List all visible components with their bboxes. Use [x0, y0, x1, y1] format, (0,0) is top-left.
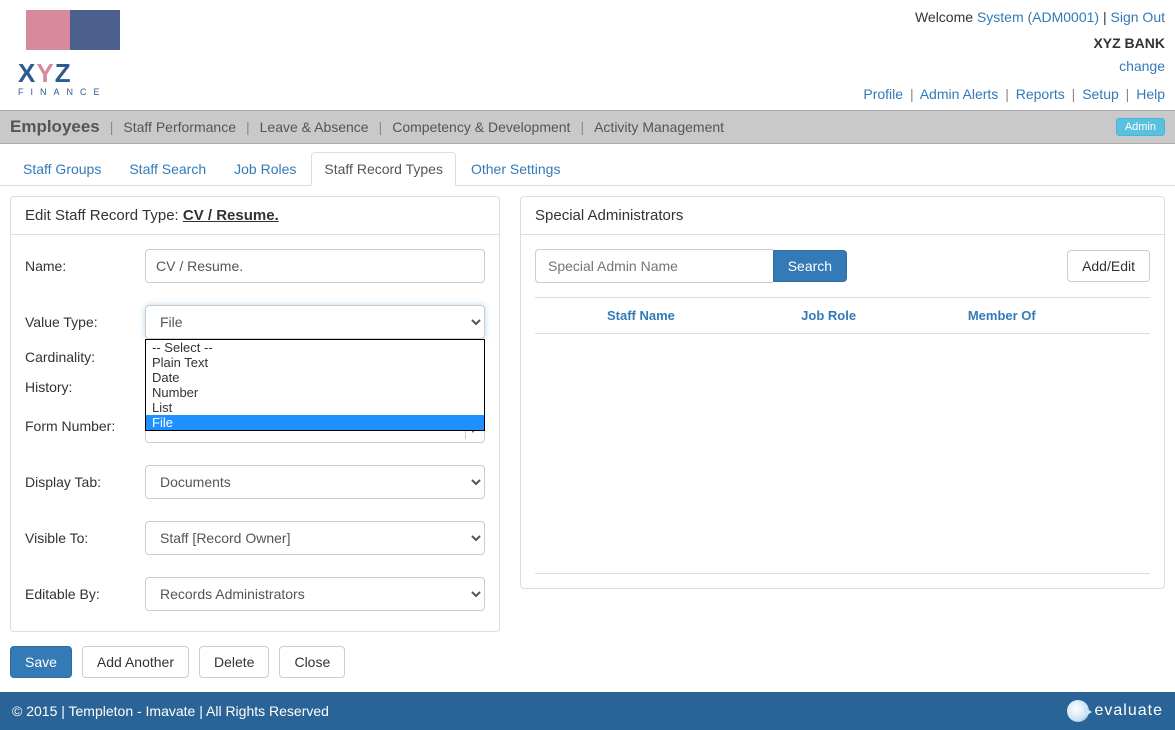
visible-to-select[interactable]: Staff [Record Owner] [145, 521, 485, 555]
admins-table: Staff Name Job Role Member Of [535, 297, 1150, 574]
logo-char: X [18, 58, 36, 88]
footer-brand-text: evaluate [1095, 702, 1164, 720]
admin-alerts-link[interactable]: Admin Alerts [920, 86, 999, 102]
nav-leave-absence[interactable]: Leave & Absence [260, 119, 369, 135]
tab-staff-groups[interactable]: Staff Groups [10, 152, 114, 185]
name-input[interactable] [145, 249, 485, 283]
label-name: Name: [25, 258, 145, 274]
edit-record-type-panel: Edit Staff Record Type: CV / Resume. Nam… [10, 196, 500, 632]
label-cardinality: Cardinality: [25, 349, 145, 365]
org-name: XYZ BANK [863, 32, 1165, 54]
add-edit-button[interactable]: Add/Edit [1067, 250, 1150, 282]
close-button[interactable]: Close [279, 646, 345, 678]
label-form-number: Form Number: [25, 418, 145, 434]
panel-heading-prefix: Edit Staff Record Type: [25, 207, 183, 224]
label-value-type: Value Type: [25, 314, 145, 330]
help-link[interactable]: Help [1136, 86, 1165, 102]
subtabs: Staff Groups Staff Search Job Roles Staf… [0, 144, 1175, 186]
label-display-tab: Display Tab: [25, 474, 145, 490]
current-user-link[interactable]: System (ADM0001) [977, 9, 1099, 25]
evaluate-icon [1067, 700, 1089, 722]
welcome-text: Welcome [915, 9, 977, 25]
change-org-link[interactable]: change [1119, 58, 1165, 74]
value-type-option[interactable]: List [146, 400, 484, 415]
separator: | [1103, 9, 1111, 25]
footer-copyright: © 2015 | Templeton - Imavate | All Right… [12, 703, 329, 719]
special-administrators-panel: Special Administrators Search Add/Edit S… [520, 196, 1165, 589]
display-tab-select[interactable]: Documents [145, 465, 485, 499]
save-button[interactable]: Save [10, 646, 72, 678]
nav-competency-development[interactable]: Competency & Development [392, 119, 570, 135]
logo-char: Y [36, 58, 54, 88]
special-admin-search-input[interactable] [535, 249, 773, 283]
logo-subtext: FINANCE [18, 87, 118, 97]
sign-out-link[interactable]: Sign Out [1111, 9, 1165, 25]
tab-staff-record-types[interactable]: Staff Record Types [311, 152, 456, 186]
value-type-dropdown-list[interactable]: -- Select -- Plain Text Date Number List… [145, 339, 485, 431]
value-type-select[interactable]: File [145, 305, 485, 339]
add-another-button[interactable]: Add Another [82, 646, 189, 678]
tab-other-settings[interactable]: Other Settings [458, 152, 574, 185]
editable-by-select[interactable]: Records Administrators [145, 577, 485, 611]
col-job-role[interactable]: Job Role [789, 297, 956, 333]
delete-button[interactable]: Delete [199, 646, 269, 678]
admin-badge[interactable]: Admin [1116, 118, 1165, 136]
value-type-option[interactable]: Plain Text [146, 355, 484, 370]
tab-job-roles[interactable]: Job Roles [221, 152, 309, 185]
navbar-section[interactable]: Employees [10, 117, 100, 137]
footer-brand: evaluate [1067, 700, 1164, 722]
value-type-option[interactable]: Date [146, 370, 484, 385]
setup-link[interactable]: Setup [1082, 86, 1119, 102]
nav-staff-performance[interactable]: Staff Performance [123, 119, 236, 135]
value-type-option[interactable]: File [146, 415, 484, 430]
label-visible-to: Visible To: [25, 530, 145, 546]
logo-char: Z [55, 58, 72, 88]
value-type-option[interactable]: -- Select -- [146, 340, 484, 355]
tab-staff-search[interactable]: Staff Search [116, 152, 219, 185]
search-button[interactable]: Search [773, 250, 847, 282]
table-row [535, 333, 1150, 573]
profile-link[interactable]: Profile [863, 86, 903, 102]
brand-logo: XYZ FINANCE [10, 6, 118, 106]
logo-mark [18, 10, 118, 56]
nav-activity-management[interactable]: Activity Management [594, 119, 724, 135]
reports-link[interactable]: Reports [1016, 86, 1065, 102]
label-history: History: [25, 379, 145, 395]
col-member-of[interactable]: Member Of [956, 297, 1150, 333]
col-blank [535, 297, 595, 333]
admins-heading: Special Administrators [521, 197, 1164, 235]
col-staff-name[interactable]: Staff Name [595, 297, 789, 333]
panel-heading-record: CV / Resume. [183, 207, 279, 224]
label-editable-by: Editable By: [25, 586, 145, 602]
value-type-option[interactable]: Number [146, 385, 484, 400]
